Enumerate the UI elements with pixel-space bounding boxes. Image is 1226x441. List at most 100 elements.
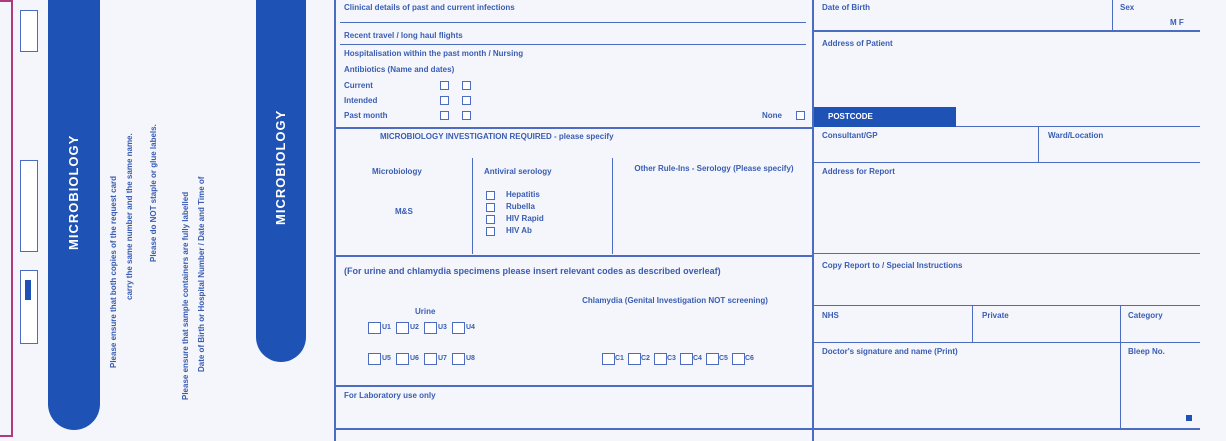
nhs-private-divider	[972, 306, 973, 342]
check-past-month-label: Past month	[344, 111, 388, 120]
urine-code-box[interactable]	[424, 322, 437, 334]
antiviral-hepatitis-box[interactable]	[486, 191, 495, 200]
copy-report-label: Copy Report to / Special Instructions	[822, 261, 963, 270]
col-divider-2	[612, 158, 613, 254]
sex-options[interactable]: M F	[1170, 19, 1184, 27]
antiviral-hepatitis: Hepatitis	[506, 190, 540, 199]
investigation-top-line	[336, 127, 812, 129]
report-address-label: Address for Report	[822, 167, 895, 176]
microbiology-pill-2-label: MICROBIOLOGY	[273, 109, 288, 225]
urine-code-box[interactable]	[396, 353, 409, 365]
chlamydia-code-label: C1	[615, 355, 624, 362]
urine-code-label: U1	[382, 324, 391, 331]
doctor-signature-label: Doctor's signature and name (Print)	[822, 347, 958, 356]
urine-code-label: U4	[466, 324, 475, 331]
antiviral-rubella: Rubella	[506, 202, 535, 211]
antibiotics-label: Antibiotics (Name and dates)	[344, 65, 455, 74]
form-bottom-line	[336, 428, 1200, 430]
col-other-header: Other Rule-Ins - Serology (Please specif…	[634, 164, 794, 173]
urine-code-box[interactable]	[452, 353, 465, 365]
corner-mark	[1186, 415, 1192, 421]
check-past-month-box-2[interactable]	[462, 111, 471, 120]
chlamydia-code-box[interactable]	[628, 353, 641, 365]
antiviral-hiv-ab-box[interactable]	[486, 227, 495, 236]
instruction-line-3: Please do NOT staple or glue labels.	[149, 124, 158, 262]
date-of-birth-label: Date of Birth	[822, 3, 870, 12]
antiviral-hiv-rapid: HIV Rapid	[506, 214, 544, 223]
urine-code-label: U8	[466, 355, 475, 362]
dob-sex-divider	[1112, 0, 1113, 30]
urine-code-label: U3	[438, 324, 447, 331]
chlamydia-code-box[interactable]	[732, 353, 745, 365]
form-divider-vertical	[812, 0, 814, 441]
dob-bottom-line	[814, 30, 1200, 32]
check-current-box[interactable]	[440, 81, 449, 90]
chlamydia-code-box[interactable]	[602, 353, 615, 365]
chlamydia-code-label: C4	[693, 355, 702, 362]
urine-code-label: U7	[438, 355, 447, 362]
chlamydia-code-box[interactable]	[706, 353, 719, 365]
lab-use-label: For Laboratory use only	[344, 391, 436, 400]
none-checkbox[interactable]	[796, 111, 805, 120]
col-divider-1	[472, 158, 473, 254]
label-tag	[20, 160, 38, 252]
urine-code-box[interactable]	[424, 353, 437, 365]
none-label: None	[762, 111, 782, 120]
postcode-bar: POSTCODE	[814, 107, 956, 127]
postcode-line	[956, 126, 1200, 127]
urine-code-label: U2	[410, 324, 419, 331]
microbiology-pill-1-label: MICROBIOLOGY	[66, 134, 81, 250]
check-current-box-2[interactable]	[462, 81, 471, 90]
check-intended-box-2[interactable]	[462, 96, 471, 105]
label-tag-top	[20, 10, 38, 52]
col-microbiology-header: Microbiology	[372, 167, 422, 176]
lab-top-line	[336, 385, 812, 387]
urine-code-label: U5	[382, 355, 391, 362]
hospital-label: Hospitalisation within the past month / …	[344, 49, 524, 58]
check-intended-box[interactable]	[440, 96, 449, 105]
chlamydia-code-box[interactable]	[654, 353, 667, 365]
chlamydia-code-box[interactable]	[680, 353, 693, 365]
consultant-bottom-line	[814, 162, 1200, 163]
nhs-label: NHS	[822, 311, 839, 320]
col-microbiology-value: M&S	[395, 207, 413, 216]
antiviral-hiv-ab: HIV Ab	[506, 226, 532, 235]
consultant-ward-divider	[1038, 127, 1039, 162]
urine-code-box[interactable]	[396, 322, 409, 334]
recent-travel-label: Recent travel / long haul flights	[344, 31, 463, 40]
instruction-line-2: carry the same number and the same name.	[125, 133, 134, 300]
category-label: Category	[1128, 311, 1163, 320]
chlamydia-label: Chlamydia (Genital Investigation NOT scr…	[582, 296, 768, 305]
chlamydia-code-label: C6	[745, 355, 754, 362]
address-label: Address of Patient	[822, 39, 893, 48]
antiviral-hiv-rapid-box[interactable]	[486, 215, 495, 224]
urine-code-box[interactable]	[452, 322, 465, 334]
report-bottom-line	[814, 253, 1200, 254]
instruction-line-4: Please ensure that sample containers are…	[181, 191, 190, 400]
urine-top-line	[336, 255, 812, 257]
consultant-label: Consultant/GP	[822, 131, 878, 140]
chlamydia-code-label: C2	[641, 355, 650, 362]
barcode-mark	[25, 280, 31, 300]
ward-label: Ward/Location	[1048, 131, 1104, 140]
form-left-border	[334, 0, 336, 441]
col-antiviral-header: Antiviral serology	[484, 167, 552, 176]
instruction-line-1: Please ensure that both copies of the re…	[109, 175, 118, 368]
investigation-heading: MICROBIOLOGY INVESTIGATION REQUIRED - pl…	[380, 132, 614, 141]
instruction-line-5: Date of Birth or Hospital Number / Date …	[197, 176, 206, 372]
urine-code-box[interactable]	[368, 353, 381, 365]
left-frame	[0, 0, 13, 437]
microbiology-pill-1: MICROBIOLOGY	[48, 0, 100, 430]
check-intended-label: Intended	[344, 96, 378, 105]
urine-code-box[interactable]	[368, 322, 381, 334]
urine-note: (For urine and chlamydia specimens pleas…	[344, 266, 721, 276]
check-current-label: Current	[344, 81, 373, 90]
urine-code-label: U6	[410, 355, 419, 362]
check-past-month-box[interactable]	[440, 111, 449, 120]
antiviral-rubella-box[interactable]	[486, 203, 495, 212]
urine-label: Urine	[415, 307, 436, 316]
sex-label: Sex	[1120, 3, 1135, 12]
recent-travel-line	[340, 44, 806, 45]
chlamydia-code-label: C3	[667, 355, 676, 362]
private-label: Private	[982, 311, 1009, 320]
